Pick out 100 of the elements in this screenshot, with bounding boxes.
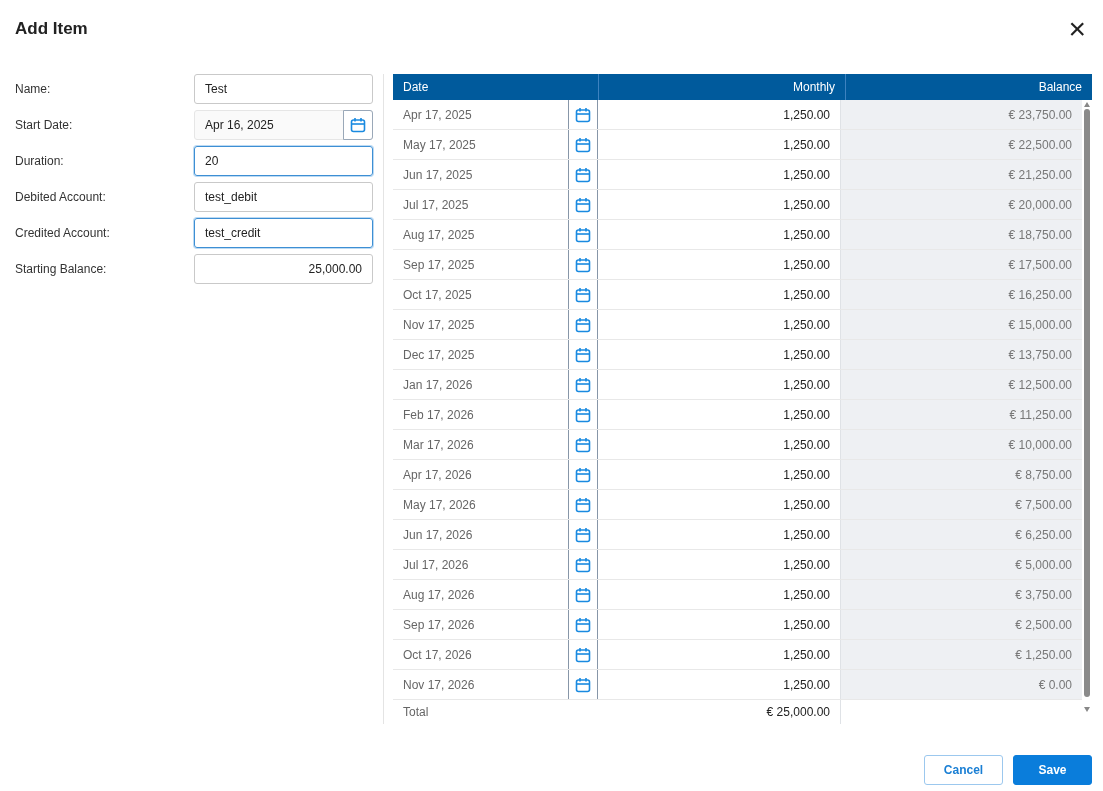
- table-cell: € 12,500.00: [840, 370, 1082, 399]
- table-cell-text: 1,250.00: [782, 316, 831, 334]
- table-cell: € 2,500.00: [840, 610, 1082, 639]
- table-cell: € 11,250.00: [840, 400, 1082, 429]
- field-label: Start Date:: [15, 118, 74, 132]
- column-header[interactable]: Date: [393, 74, 598, 100]
- close-button[interactable]: ×: [1068, 14, 1086, 44]
- calendar-button[interactable]: [568, 250, 598, 279]
- calendar-icon: [575, 646, 591, 663]
- table-cell-text: Jan 17, 2026: [402, 376, 474, 394]
- calendar-button[interactable]: [568, 460, 598, 489]
- calendar-button[interactable]: [568, 160, 598, 189]
- table-cell-text: 1,250.00: [782, 436, 831, 454]
- calendar-button[interactable]: [568, 130, 598, 159]
- input-field[interactable]: Test: [194, 74, 373, 104]
- calendar-button[interactable]: [568, 430, 598, 459]
- calendar-button[interactable]: [568, 100, 598, 129]
- table-cell-text: 1,250.00: [782, 256, 831, 274]
- table-cell: € 3,750.00: [840, 580, 1082, 609]
- calendar-button[interactable]: [568, 280, 598, 309]
- date-field[interactable]: Apr 16, 2025: [194, 110, 373, 140]
- calendar-icon: [575, 496, 591, 513]
- table-cell-text: 1,250.00: [782, 466, 831, 484]
- calendar-button[interactable]: [343, 110, 373, 140]
- calendar-icon: [575, 466, 591, 483]
- table-cell-text: Apr 17, 2026: [402, 466, 473, 484]
- table-cell-text: Jul 17, 2026: [402, 556, 470, 574]
- calendar-icon: [575, 526, 591, 543]
- table-cell-text: Jul 17, 2025: [402, 196, 470, 214]
- calendar-button[interactable]: [568, 520, 598, 549]
- table-cell: € 22,500.00: [840, 130, 1082, 159]
- calendar-button[interactable]: [568, 670, 598, 699]
- calendar-icon: [575, 556, 591, 573]
- cancel-button[interactable]: Cancel: [924, 755, 1003, 785]
- calendar-button[interactable]: [568, 490, 598, 519]
- field-label: Duration:: [15, 154, 65, 168]
- table-cell-text: 1,250.00: [782, 556, 831, 574]
- table-cell-text: Mar 17, 2026: [402, 436, 475, 454]
- total-label: Total: [402, 704, 430, 721]
- table-cell: € 21,250.00: [840, 160, 1082, 189]
- table-cell-text: Jun 17, 2026: [402, 526, 474, 544]
- table-cell-text: Aug 17, 2026: [402, 586, 476, 604]
- table-cell: € 20,000.00: [840, 190, 1082, 219]
- input-field[interactable]: test_debit: [194, 182, 373, 212]
- calendar-button[interactable]: [568, 190, 598, 219]
- table-cell-text: 1,250.00: [782, 496, 831, 514]
- table-cell: € 23,750.00: [840, 100, 1082, 129]
- calendar-icon: [575, 136, 591, 153]
- calendar-icon: [575, 286, 591, 303]
- table-cell-text: 1,250.00: [782, 286, 831, 304]
- input-field[interactable]: 20: [194, 146, 373, 176]
- table-cell-text: Aug 17, 2025: [402, 226, 476, 244]
- table-cell-text: Feb 17, 2026: [402, 406, 475, 424]
- calendar-icon: [575, 406, 591, 423]
- table-cell: € 8,750.00: [840, 460, 1082, 489]
- calendar-icon: [575, 436, 591, 453]
- calendar-icon: [575, 196, 591, 213]
- calendar-icon: [575, 346, 591, 363]
- calendar-button[interactable]: [568, 370, 598, 399]
- calendar-button[interactable]: [568, 400, 598, 429]
- field-label: Starting Balance:: [15, 262, 108, 276]
- table-cell-text: 1,250.00: [782, 196, 831, 214]
- table-cell-text: 1,250.00: [782, 226, 831, 244]
- table-cell-text: 1,250.00: [782, 526, 831, 544]
- total-value: € 25,000.00: [765, 704, 831, 721]
- calendar-icon: [575, 106, 591, 123]
- save-button[interactable]: Save: [1013, 755, 1092, 785]
- table-cell-text: 1,250.00: [782, 106, 831, 124]
- table-cell-text: Nov 17, 2026: [402, 676, 476, 694]
- calendar-icon: [575, 256, 591, 273]
- calendar-button[interactable]: [568, 220, 598, 249]
- table-cell: € 17,500.00: [840, 250, 1082, 279]
- calendar-icon: [575, 616, 591, 633]
- table-cell: € 10,000.00: [840, 430, 1082, 459]
- table-cell-text: 1,250.00: [782, 136, 831, 154]
- table-cell: € 15,000.00: [840, 310, 1082, 339]
- field-label: Credited Account:: [15, 226, 111, 240]
- input-field[interactable]: 25,000.00: [194, 254, 373, 284]
- table-cell-text: May 17, 2026: [402, 496, 477, 514]
- field-label: Name:: [15, 82, 52, 96]
- dialog-title: Add Item: [15, 19, 88, 39]
- table-cell: € 7,500.00: [840, 490, 1082, 519]
- table-cell-text: Dec 17, 2025: [402, 346, 476, 364]
- calendar-button[interactable]: [568, 310, 598, 339]
- table-cell-text: Sep 17, 2025: [402, 256, 476, 274]
- table-cell-text: 1,250.00: [782, 676, 831, 694]
- calendar-button[interactable]: [568, 550, 598, 579]
- calendar-icon: [575, 166, 591, 183]
- calendar-button[interactable]: [568, 610, 598, 639]
- table-cell: € 18,750.00: [840, 220, 1082, 249]
- table-cell-text: Apr 17, 2025: [402, 106, 473, 124]
- table-cell-text: 1,250.00: [782, 346, 831, 364]
- calendar-icon: [350, 117, 366, 133]
- input-field[interactable]: test_credit: [194, 218, 373, 248]
- table-cell-text: 1,250.00: [782, 166, 831, 184]
- calendar-button[interactable]: [568, 580, 598, 609]
- calendar-button[interactable]: [568, 340, 598, 369]
- calendar-button[interactable]: [568, 640, 598, 669]
- calendar-icon: [575, 676, 591, 693]
- table-cell-text: 1,250.00: [782, 616, 831, 634]
